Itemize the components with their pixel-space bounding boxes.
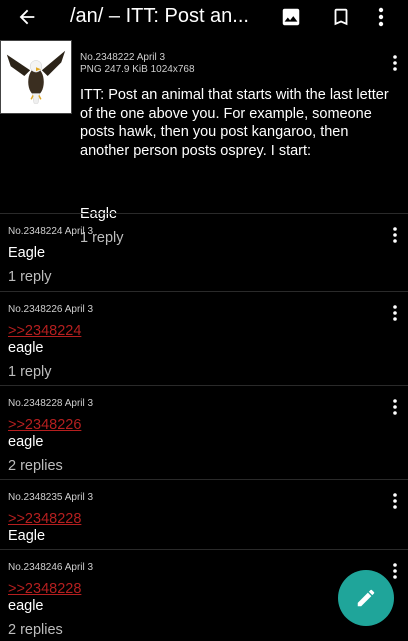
post-comment: eagle xyxy=(8,340,44,356)
post-number: No.2348226 April 3 xyxy=(8,304,94,315)
app-bar: /an/ – ITT: Post an... xyxy=(0,0,408,34)
image-gallery-icon[interactable] xyxy=(280,6,302,28)
reply-post: No.2348228 April 3 >>2348226 eagle 2 rep… xyxy=(0,385,408,480)
more-vertical-icon[interactable] xyxy=(376,6,386,28)
eagle-image xyxy=(1,41,71,113)
post-number: No.2348224 April 3 xyxy=(8,226,94,237)
post-comment: Eagle xyxy=(8,245,46,261)
post-more-icon[interactable] xyxy=(390,304,400,322)
op-file-info: PNG 247.9 KiB 1024x768 xyxy=(80,64,195,75)
reply-post: No.2348226 April 3 >>2348224 eagle 1 rep… xyxy=(0,291,408,386)
op-post-number: No.2348222 April 3 xyxy=(80,52,166,63)
post-number: No.2348246 April 3 xyxy=(8,562,94,573)
reply-post: No.2348235 April 3 >>2348228 Eagle xyxy=(0,479,408,550)
pencil-icon xyxy=(357,589,375,607)
post-comment: eagle xyxy=(8,434,44,450)
bookmark-icon[interactable] xyxy=(330,6,352,28)
eagle-thumbnail[interactable] xyxy=(0,40,72,114)
quote-link[interactable]: >>2348228 xyxy=(8,580,81,598)
post-comment: eagle xyxy=(8,598,44,614)
post-comment: Eagle xyxy=(8,528,46,544)
post-more-icon[interactable] xyxy=(390,562,400,580)
quote-link[interactable]: >>2348228 xyxy=(8,510,81,528)
quote-link[interactable]: >>2348224 xyxy=(8,322,81,340)
compose-reply-button[interactable] xyxy=(338,570,394,626)
back-arrow-icon[interactable] xyxy=(16,6,38,28)
reply-post: No.2348224 April 3 Eagle 1 reply xyxy=(0,213,408,292)
post-number: No.2348228 April 3 xyxy=(8,398,94,409)
op-post: No.2348222 April 3 PNG 247.9 KiB 1024x76… xyxy=(0,40,408,246)
post-replies-link[interactable]: 1 reply xyxy=(8,268,52,286)
thread-title: /an/ – ITT: Post an... xyxy=(70,5,249,27)
post-replies-link[interactable]: 1 reply xyxy=(8,363,52,381)
op-comment: ITT: Post an animal that starts with the… xyxy=(80,87,389,159)
op-more-icon[interactable] xyxy=(390,54,400,72)
quote-link[interactable]: >>2348226 xyxy=(8,416,81,434)
post-more-icon[interactable] xyxy=(390,398,400,416)
post-more-icon[interactable] xyxy=(390,492,400,510)
post-more-icon[interactable] xyxy=(390,226,400,244)
post-replies-link[interactable]: 2 replies xyxy=(8,457,63,475)
post-number: No.2348235 April 3 xyxy=(8,492,94,503)
post-replies-link[interactable]: 2 replies xyxy=(8,621,63,639)
